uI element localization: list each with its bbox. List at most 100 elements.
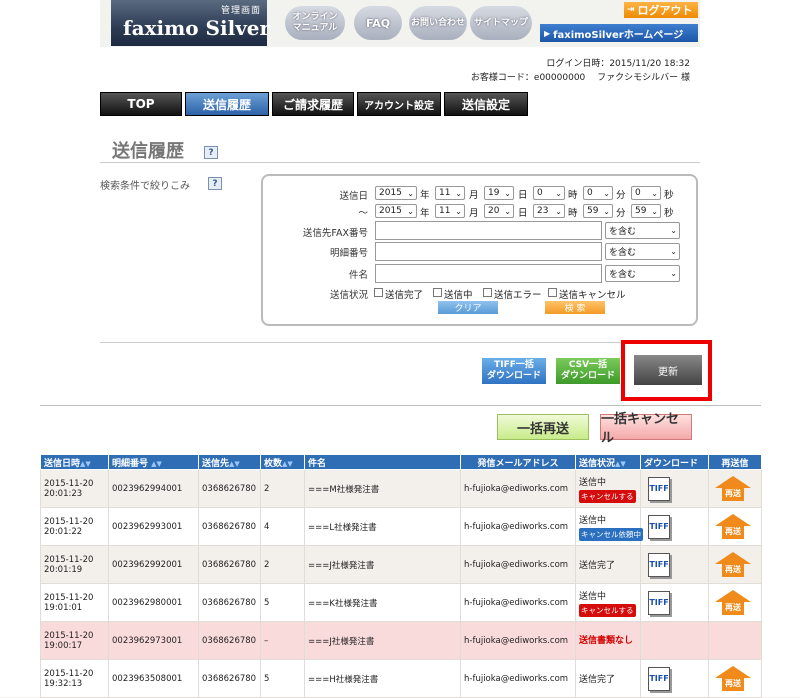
subject-match-select[interactable]: を含む ⌄ (605, 265, 680, 282)
cell-resend: 再送 (708, 469, 762, 508)
col-email: 発信メールアドレス (460, 454, 576, 470)
to-min-select[interactable]: 59 ⌄ (583, 204, 613, 218)
status-text: 送信中 (579, 591, 607, 602)
status-cancel-button[interactable]: キャンセルする (579, 489, 636, 503)
from-month-select[interactable]: 11 ⌄ (435, 186, 465, 200)
cell-email: h-fujioka@ediworks.com (460, 621, 576, 660)
to-sec-select[interactable]: 59 ⌄ (631, 204, 661, 218)
sort-icon: ▲▼ (229, 459, 240, 468)
contact-button[interactable]: お問い合わせ (409, 6, 467, 40)
resend-button[interactable]: 再送 (715, 551, 751, 578)
col-status[interactable]: 送信状況▲▼ (575, 454, 641, 470)
cell-pages: – (260, 621, 305, 660)
cell-destination: 0368626780 (198, 659, 261, 698)
chevron-down-icon: ⌄ (407, 189, 414, 198)
detail-number-input[interactable] (375, 242, 602, 261)
table-header-row: 送信日時▲▼ 明細番号 ▲▼ 送信先▲▼ 枚数▲▼ 件名 発信メールアドレス 送… (40, 454, 762, 470)
unit-year-2: 年 (420, 208, 430, 219)
status-cancel-button[interactable]: キャンセルする (579, 603, 636, 617)
tiff-label: TIFF (649, 674, 669, 683)
resend-button[interactable]: 再送 (715, 589, 751, 616)
nav-top[interactable]: TOP (100, 92, 182, 116)
sitemap-button[interactable]: サイトマップ (470, 6, 532, 40)
cell-resend: 再送 (708, 507, 762, 546)
status-cancel-button[interactable]: キャンセル依頼中 (579, 527, 643, 541)
detail-match-value: を含む (609, 248, 637, 258)
page: 管理画面 faximo Silver オンライン マニュアル FAQ お問い合わ… (0, 0, 800, 698)
nav-account-settings[interactable]: アカウント設定 (357, 92, 441, 116)
from-sec-select[interactable]: 0 ⌄ (631, 186, 661, 200)
bulk-cancel-button[interactable]: 一括キャンセル (600, 412, 692, 446)
sort-icon: ▲▼ (80, 459, 91, 468)
col-destination-label: 送信先 (202, 458, 230, 469)
logout-label: ログアウト (637, 4, 693, 17)
csv-bulk-download-button[interactable]: CSV一括 ダウンロード (556, 358, 620, 384)
resend-button[interactable]: 再送 (715, 513, 751, 540)
resend-button[interactable]: 再送 (715, 665, 751, 692)
nav-send-history[interactable]: 送信履歴 (185, 92, 269, 116)
status-error-checkbox[interactable] (483, 288, 492, 297)
from-day-select[interactable]: 19 ⌄ (484, 186, 514, 200)
col-datetime[interactable]: 送信日時▲▼ (40, 454, 109, 470)
chevron-down-icon: ⌄ (455, 207, 462, 216)
unit-sec-2: 秒 (664, 208, 674, 219)
status-sending-checkbox[interactable] (433, 288, 442, 297)
col-destination[interactable]: 送信先▲▼ (198, 454, 261, 470)
cell-detail-id: 0023962992001 (108, 545, 199, 584)
tiff-download-icon[interactable]: TIFF (648, 476, 670, 501)
search-button[interactable]: 検 索 (545, 301, 605, 314)
status-text: 送信完了 (579, 675, 616, 685)
fax-match-select[interactable]: を含む ⌄ (605, 222, 680, 239)
history-table: 送信日時▲▼ 明細番号 ▲▼ 送信先▲▼ 枚数▲▼ 件名 発信メールアドレス 送… (40, 454, 762, 698)
faximo-logo[interactable]: 管理画面 faximo Silver (111, 0, 270, 46)
resend-button[interactable]: 再送 (715, 475, 751, 502)
to-day-select[interactable]: 20 ⌄ (484, 204, 514, 218)
faq-button[interactable]: FAQ (354, 6, 402, 40)
tiff-download-icon[interactable]: TIFF (648, 590, 670, 615)
filter-help-icon[interactable]: ? (208, 177, 222, 190)
cell-pages: 5 (260, 659, 305, 698)
from-hour-select[interactable]: 0 ⌄ (533, 186, 565, 200)
login-time: ログイン日時：2015/11/20 18:32 (546, 59, 690, 69)
cell-detail-id: 0023962993001 (108, 507, 199, 546)
from-min-select[interactable]: 0 ⌄ (583, 186, 613, 200)
detail-match-select[interactable]: を含む ⌄ (605, 243, 680, 260)
bulk-resend-button[interactable]: 一括再送 (497, 414, 589, 440)
to-day-value: 20 (488, 206, 500, 216)
col-pages[interactable]: 枚数▲▼ (260, 454, 305, 470)
online-manual-button[interactable]: オンライン マニュアル (285, 6, 345, 40)
status-cancel-checkbox[interactable] (548, 288, 557, 297)
fax-number-input[interactable] (375, 221, 602, 240)
subject-input[interactable] (375, 264, 602, 283)
online-manual-label: オンライン マニュアル (292, 12, 338, 33)
col-subject-label: 件名 (308, 458, 327, 469)
tiff-download-icon[interactable]: TIFF (648, 666, 670, 691)
to-month-select[interactable]: 11 ⌄ (435, 204, 465, 218)
tiff-bulk-download-button[interactable]: TIFF一括 ダウンロード (482, 358, 546, 384)
tiff-label: TIFF (649, 598, 669, 607)
nav-top-label: TOP (127, 97, 155, 111)
bulk-cancel-label: 一括キャンセル (601, 412, 680, 446)
clear-button[interactable]: クリア (438, 301, 498, 314)
logout-button[interactable]: ⇥ ログアウト (624, 2, 698, 18)
col-detail-id[interactable]: 明細番号 ▲▼ (108, 454, 199, 470)
cell-datetime: 2015-11-20 20:01:23 (40, 469, 109, 508)
row-date: 2015-11-20 (44, 668, 94, 679)
cell-destination: 0368626780 (198, 469, 261, 508)
from-year-select[interactable]: 2015 ⌄ (375, 186, 417, 200)
tiff-download-icon[interactable]: TIFF (648, 514, 670, 539)
to-year-select[interactable]: 2015 ⌄ (375, 204, 417, 218)
tilde-label: ～ (358, 208, 368, 219)
status-complete-checkbox[interactable] (374, 288, 383, 297)
home-page-button[interactable]: ▶ faximoSilverホームページ (540, 24, 698, 42)
nav-billing-history[interactable]: ご請求履歴 (272, 92, 354, 116)
resend-label: 再送 (722, 600, 744, 615)
page-title: 送信履歴 (112, 141, 184, 162)
cell-email: h-fujioka@ediworks.com (460, 659, 576, 698)
cell-subject: ===L社様発注書 (304, 507, 461, 546)
tiff-download-icon[interactable]: TIFF (648, 552, 670, 577)
nav-send-settings[interactable]: 送信設定 (444, 92, 528, 116)
help-icon[interactable]: ? (204, 146, 218, 159)
to-hour-select[interactable]: 23 ⌄ (533, 204, 565, 218)
col-subject: 件名 (304, 454, 461, 470)
